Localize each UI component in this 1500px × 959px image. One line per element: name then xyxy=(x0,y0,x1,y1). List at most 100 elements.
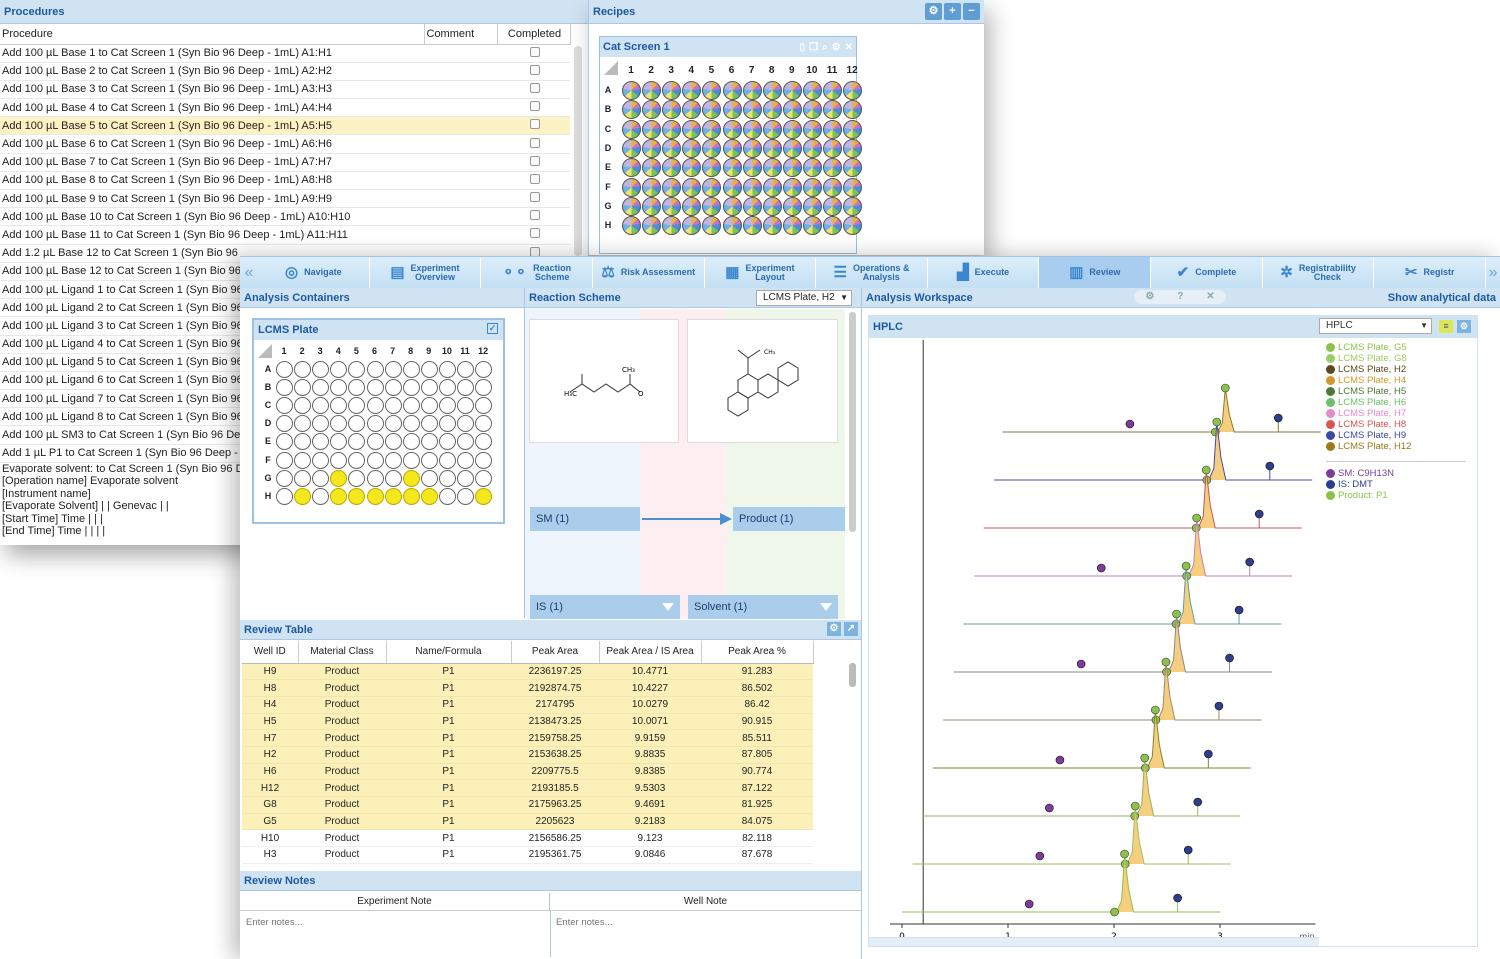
recipe-well[interactable] xyxy=(722,138,742,158)
recipe-well[interactable] xyxy=(802,100,822,120)
product-peak-marker[interactable] xyxy=(1130,801,1140,811)
lcms-well[interactable] xyxy=(457,379,474,397)
review-column-header[interactable]: Material Class xyxy=(298,641,387,664)
hplc-select[interactable]: HPLC ▼ xyxy=(1319,318,1432,334)
procedure-comment[interactable] xyxy=(424,171,497,191)
legend-entry[interactable]: LCMS Plate, H8 xyxy=(1326,419,1476,430)
nav-step-execute[interactable]: ▟ Execute xyxy=(928,257,1040,288)
completed-checkbox[interactable] xyxy=(529,210,540,221)
product-peak-marker[interactable] xyxy=(1120,849,1129,859)
export-icon[interactable]: ↗ xyxy=(844,622,858,636)
lcms-well[interactable] xyxy=(384,451,402,469)
lcms-well[interactable] xyxy=(348,487,366,505)
review-column-header[interactable]: Name/Formula xyxy=(386,641,512,664)
chromatogram-trace[interactable] xyxy=(994,421,1313,481)
completed-checkbox[interactable] xyxy=(529,119,540,130)
lcms-well[interactable] xyxy=(457,487,474,505)
list-icon[interactable]: ≡ xyxy=(1439,320,1453,333)
lcms-well[interactable] xyxy=(348,433,366,451)
lcms-well[interactable] xyxy=(475,451,493,469)
lcms-well[interactable] xyxy=(276,469,293,487)
lcms-well[interactable] xyxy=(475,469,493,487)
recipe-well[interactable] xyxy=(762,196,782,216)
completed-checkbox[interactable] xyxy=(529,82,540,93)
recipe-well[interactable] xyxy=(622,119,641,139)
is-peak-marker[interactable] xyxy=(1273,413,1283,423)
recipe-well[interactable] xyxy=(682,216,702,236)
lcms-well[interactable] xyxy=(366,415,384,433)
lcms-well[interactable] xyxy=(366,433,384,451)
lcms-well[interactable] xyxy=(475,379,493,397)
recipe-well[interactable] xyxy=(702,81,722,100)
is-peak-marker[interactable] xyxy=(1225,653,1234,663)
lcms-well[interactable] xyxy=(402,451,420,469)
is-peak-marker[interactable] xyxy=(1214,701,1224,711)
lcms-well[interactable] xyxy=(420,433,438,451)
recipe-well[interactable] xyxy=(742,119,762,139)
recipe-well[interactable] xyxy=(702,119,722,139)
recipe-well[interactable] xyxy=(802,81,822,100)
lcms-well[interactable] xyxy=(438,433,456,451)
legend-entry[interactable]: LCMS Plate, H9 xyxy=(1326,430,1476,441)
recipe-well[interactable] xyxy=(642,158,662,178)
lcms-well[interactable] xyxy=(384,487,402,505)
product-baseline-marker[interactable] xyxy=(1110,907,1119,917)
completed-checkbox[interactable] xyxy=(529,46,540,57)
lcms-well[interactable] xyxy=(438,415,456,433)
nav-step-complete[interactable]: ✔ Complete xyxy=(1151,257,1263,288)
recipe-well[interactable] xyxy=(642,196,662,216)
chromatogram-trace[interactable] xyxy=(974,517,1293,577)
lcms-well[interactable] xyxy=(475,415,493,433)
recipe-well[interactable] xyxy=(662,158,682,178)
is-peak-marker[interactable] xyxy=(1254,509,1264,519)
procedure-row[interactable]: Add 100 µL Base 10 to Cat Screen 1 (Syn … xyxy=(0,207,570,227)
nav-step-operations-analysis[interactable]: ☰ Operations & Analysis xyxy=(816,257,928,288)
review-row[interactable]: H12 Product P1 2193185.5 9.5303 87.122 xyxy=(242,779,813,797)
sm-peak-marker[interactable] xyxy=(1035,851,1045,861)
recipe-well[interactable] xyxy=(762,138,782,158)
lcms-well[interactable] xyxy=(330,397,348,415)
lcms-well[interactable] xyxy=(384,415,402,433)
review-column-header[interactable]: Peak Area xyxy=(511,641,600,664)
scheme-well-select[interactable]: LCMS Plate, H2 ▼ xyxy=(756,290,852,306)
lcms-well[interactable] xyxy=(402,415,420,433)
recipe-well[interactable] xyxy=(823,81,842,100)
lcms-well[interactable] xyxy=(294,397,312,415)
sm-peak-marker[interactable] xyxy=(1125,419,1135,429)
lcms-well[interactable] xyxy=(457,433,474,451)
procedure-row[interactable]: Add 100 µL Base 7 to Cat Screen 1 (Syn B… xyxy=(0,153,570,172)
lcms-well[interactable] xyxy=(384,361,402,378)
sm-structure[interactable]: H₃C CH₃ O xyxy=(529,319,679,443)
procedure-row[interactable]: Add 100 µL Base 8 to Cat Screen 1 (Syn B… xyxy=(0,171,570,191)
is-peak-marker[interactable] xyxy=(1204,749,1213,759)
lcms-well[interactable] xyxy=(312,451,330,469)
peak-legend-entry[interactable]: Product: P1 xyxy=(1326,490,1476,501)
recipe-well[interactable] xyxy=(622,81,641,100)
procedure-comment[interactable] xyxy=(424,116,497,136)
recipe-well[interactable] xyxy=(722,119,742,139)
recipe-well[interactable] xyxy=(642,100,662,120)
lcms-well[interactable] xyxy=(457,469,474,487)
recipe-well[interactable] xyxy=(702,177,722,197)
lcms-well[interactable] xyxy=(276,451,293,469)
recipe-well[interactable] xyxy=(782,138,802,158)
lcms-well[interactable] xyxy=(366,487,384,505)
recipe-well[interactable] xyxy=(802,138,822,158)
lcms-well[interactable] xyxy=(276,397,293,415)
recipe-well[interactable] xyxy=(622,216,641,236)
review-row[interactable]: H6 Product P1 2209775.5 9.8385 90.774 xyxy=(242,763,813,781)
recipe-well[interactable] xyxy=(762,177,782,197)
recipe-well[interactable] xyxy=(742,216,762,236)
recipe-well[interactable] xyxy=(843,138,863,158)
legend-entry[interactable]: LCMS Plate, H6 xyxy=(1326,397,1476,408)
chromatogram-trace[interactable] xyxy=(912,805,1231,865)
lcms-well[interactable] xyxy=(294,487,312,505)
close-icon[interactable]: ✕ xyxy=(845,38,853,58)
procedure-comment[interactable] xyxy=(424,207,497,227)
completed-checkbox[interactable] xyxy=(529,101,540,112)
lcms-well[interactable] xyxy=(402,433,420,451)
recipe-well[interactable] xyxy=(642,216,662,236)
lcms-well[interactable] xyxy=(294,379,312,397)
lcms-well[interactable] xyxy=(402,487,420,505)
recipe-well[interactable] xyxy=(682,158,702,178)
